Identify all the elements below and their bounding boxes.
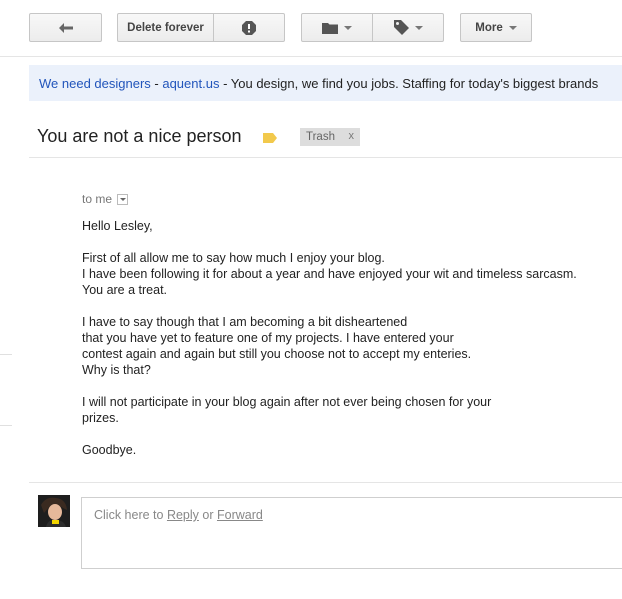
toolbar: Delete forever More (0, 0, 622, 56)
ad-text: - You design, we find you jobs. Staffing… (219, 75, 599, 91)
ad-separator: - (150, 75, 163, 91)
report-spam-button[interactable] (213, 13, 285, 42)
reply-link[interactable]: Reply (167, 508, 199, 522)
line: First of all allow me to say how much I … (82, 251, 385, 265)
avatar (38, 495, 70, 527)
importance-label-icon[interactable] (263, 133, 277, 143)
move-to-button[interactable] (301, 13, 373, 42)
arrow-left-icon (58, 22, 73, 33)
recipient-text: to me (82, 192, 113, 206)
forward-link[interactable]: Forward (217, 508, 263, 522)
folder-icon (322, 22, 338, 34)
divider (0, 354, 12, 355)
divider (29, 482, 622, 483)
labels-button[interactable] (372, 13, 444, 42)
line: prizes. (82, 411, 119, 425)
message-body: Hello Lesley, First of all allow me to s… (82, 218, 612, 474)
line: contest again and again but still you ch… (82, 347, 472, 361)
sponsored-ad-bar: We need designers - aquent.us - You desi… (29, 65, 622, 101)
more-button[interactable]: More (460, 13, 532, 42)
chevron-down-icon (344, 25, 352, 30)
closing: Goodbye. (82, 443, 137, 457)
divider (0, 56, 622, 57)
line: that you have yet to feature one of my p… (82, 331, 454, 345)
delete-forever-button[interactable]: Delete forever (117, 13, 214, 42)
show-details-icon[interactable] (117, 193, 129, 205)
chevron-down-icon (508, 25, 517, 30)
line: I have been following it for about a yea… (82, 267, 577, 281)
paragraph: I will not participate in your blog agai… (82, 394, 612, 426)
email-subject: You are not a nice person (37, 126, 242, 146)
reply-prompt: Click here to (94, 508, 167, 522)
ad-link-headline[interactable]: We need designers (39, 76, 151, 91)
reply-box[interactable]: Click here to Reply or Forward (81, 497, 622, 569)
trash-label-text: Trash (306, 131, 335, 143)
line: Why is that? (82, 363, 151, 377)
back-button[interactable] (29, 13, 102, 42)
recipient-line: to me (82, 192, 129, 206)
report-spam-icon (242, 20, 256, 35)
chevron-down-icon (414, 25, 423, 30)
line: You are a treat. (82, 283, 168, 297)
divider (29, 157, 622, 158)
remove-label-icon[interactable]: x (349, 130, 355, 142)
greeting: Hello Lesley, (82, 219, 153, 233)
user-photo-icon (38, 495, 70, 527)
paragraph: First of all allow me to say how much I … (82, 250, 612, 298)
more-label: More (475, 21, 503, 34)
tag-icon (393, 20, 409, 35)
ad-link-domain[interactable]: aquent.us (162, 76, 219, 91)
paragraph: I have to say though that I am becoming … (82, 314, 612, 378)
divider (0, 425, 12, 426)
line: I have to say though that I am becoming … (82, 315, 408, 329)
reply-or: or (198, 508, 217, 522)
trash-label-chip[interactable]: Trash x (300, 128, 360, 146)
line: I will not participate in your blog agai… (82, 395, 492, 409)
